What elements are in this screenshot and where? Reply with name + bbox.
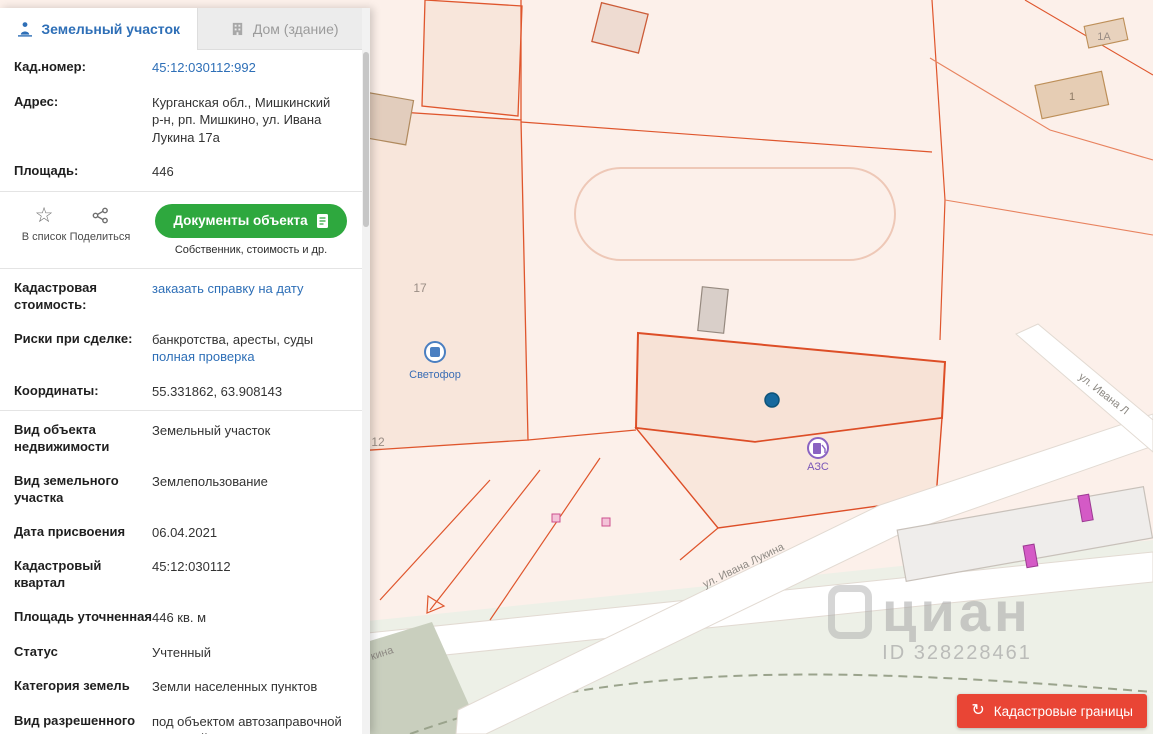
- gas-station-poi[interactable]: АЗС: [807, 437, 829, 473]
- star-icon: ☆: [34, 204, 54, 228]
- tab-house-label: Дом (здание): [252, 20, 339, 37]
- refined-area-row: Площадь уточненная 446 кв. м: [0, 600, 370, 635]
- field-label: Дата присвоения: [14, 523, 126, 539]
- divider: [0, 267, 370, 269]
- field-label: Риски при сделке:: [14, 330, 133, 346]
- documents-caption: Собственник, стоимость и др.: [174, 243, 328, 256]
- area-row: Площадь: 446: [0, 154, 370, 189]
- cadastral-borders-label: Кадастровые границы: [993, 703, 1133, 719]
- field-label: Статус: [14, 643, 58, 659]
- order-valuation-link[interactable]: заказать справку на дату: [152, 280, 356, 314]
- land-category-value: Земли населенных пунктов: [152, 679, 318, 695]
- cadastral-number-row: Кад.номер: 45:12:030112:992: [0, 50, 370, 85]
- store-label[interactable]: Светофор: [409, 369, 461, 381]
- field-label: Вид разрешенного использования: [14, 712, 136, 734]
- panel-tabs: Земельный участок Дом (здание): [0, 8, 370, 50]
- map-marker-dot[interactable]: [764, 392, 780, 408]
- building-gray: [697, 286, 729, 334]
- store-icon: [430, 347, 440, 357]
- documents-column: Документы объекта Собственник, стоимость…: [142, 203, 360, 256]
- field-label: Координаты:: [14, 382, 99, 398]
- assignment-date-row: Дата присвоения 06.04.2021: [0, 515, 370, 550]
- permitted-use-row: Вид разрешенного использования под объек…: [0, 704, 370, 734]
- address-row: Адрес: Курганская обл., Мишкинский р-н, …: [0, 85, 370, 155]
- permitted-use-value: под объектом автозаправочной станцией: [152, 713, 342, 734]
- parcel-topleft[interactable]: [421, 0, 523, 117]
- risks-value: банкротства, аресты, суды: [152, 331, 314, 347]
- tab-house[interactable]: Дом (здание): [197, 8, 370, 50]
- land-type-row: Вид земельного участка Землепользование: [0, 464, 370, 515]
- add-to-list-button[interactable]: ☆ В список: [16, 204, 72, 243]
- status-value: Учтенный: [152, 644, 212, 660]
- actions-row: ☆ В список Поделиться Документы объекта: [0, 194, 370, 266]
- app-window: 17 12 1 1А ул. Ивана Лукина ул. Ивана Л …: [0, 0, 1153, 734]
- small-pink-building-2: [601, 517, 611, 527]
- building-1a-label: 1А: [1097, 31, 1111, 43]
- cadastral-borders-button[interactable]: ↻ Кадастровые границы: [957, 694, 1147, 728]
- field-label: Площадь уточненная: [14, 609, 152, 625]
- address-value: Курганская обл., Мишкинский р-н, рп. Миш…: [152, 94, 331, 145]
- land-category-row: Категория земель Земли населенных пункто…: [0, 669, 370, 704]
- gas-label[interactable]: АЗС: [807, 461, 829, 473]
- assignment-date-value: 06.04.2021: [152, 524, 218, 540]
- coordinates-value: 55.331862, 63.908143: [152, 383, 283, 399]
- divider: [0, 190, 370, 192]
- cadastral-value-row: Кадастровая стоимость: заказать справку …: [0, 271, 370, 322]
- field-label: Площадь:: [14, 163, 79, 179]
- fuel-pump-icon: [813, 443, 821, 454]
- share-icon: [92, 204, 109, 228]
- coordinates-row: Координаты: 55.331862, 63.908143: [0, 374, 370, 409]
- risks-value-block: банкротства, аресты, суды полная проверк…: [152, 331, 356, 366]
- field-label: Вид земельного участка: [14, 472, 119, 505]
- info-panel: Земельный участок Дом (здание) Кад.номер…: [0, 8, 370, 734]
- object-type-value: Земельный участок: [152, 423, 271, 439]
- deal-risks-row: Риски при сделке: банкротства, аресты, с…: [0, 322, 370, 374]
- tab-land-parcel-label: Земельный участок: [41, 21, 180, 37]
- field-label: Категория земель: [14, 678, 130, 694]
- field-label: Вид объекта недвижимости: [14, 422, 110, 455]
- full-check-link[interactable]: полная проверка: [152, 349, 255, 364]
- cadastral-block-value: 45:12:030112: [152, 559, 231, 575]
- share-button[interactable]: Поделиться: [69, 204, 131, 243]
- parcel-12-label: 12: [371, 435, 385, 449]
- refresh-icon: ↻: [971, 702, 985, 719]
- refined-area-value: 446 кв. м: [152, 610, 207, 626]
- field-label: Кадастровая стоимость:: [14, 279, 97, 312]
- divider: [0, 410, 370, 412]
- object-documents-label: Документы объекта: [173, 213, 308, 229]
- tab-land-parcel[interactable]: Земельный участок: [0, 8, 198, 50]
- building-1-label: 1: [1069, 91, 1075, 103]
- field-label: Кадастровый квартал: [14, 558, 102, 591]
- area-value: 446: [152, 164, 174, 180]
- add-to-list-label: В список: [21, 230, 67, 243]
- object-type-row: Вид объекта недвижимости Земельный участ…: [0, 413, 370, 464]
- field-label: Кад.номер:: [14, 59, 86, 74]
- cadastral-block-row: Кадастровый квартал 45:12:030112: [0, 549, 370, 600]
- panel-scrollbar[interactable]: [362, 8, 370, 734]
- document-icon: [316, 213, 328, 228]
- small-pink-building-1: [551, 513, 561, 523]
- field-label: Адрес:: [14, 93, 59, 109]
- scrollbar-thumb[interactable]: [363, 52, 369, 227]
- share-label: Поделиться: [69, 230, 131, 243]
- parcel-17-label: 17: [413, 281, 427, 295]
- status-row: Статус Учтенный: [0, 635, 370, 670]
- land-type-value: Землепользование: [152, 473, 268, 489]
- object-documents-button[interactable]: Документы объекта: [155, 203, 347, 238]
- building-icon: [232, 22, 243, 36]
- cadastral-number-link[interactable]: 45:12:030112:992: [152, 59, 356, 77]
- land-parcel-icon: [18, 22, 33, 37]
